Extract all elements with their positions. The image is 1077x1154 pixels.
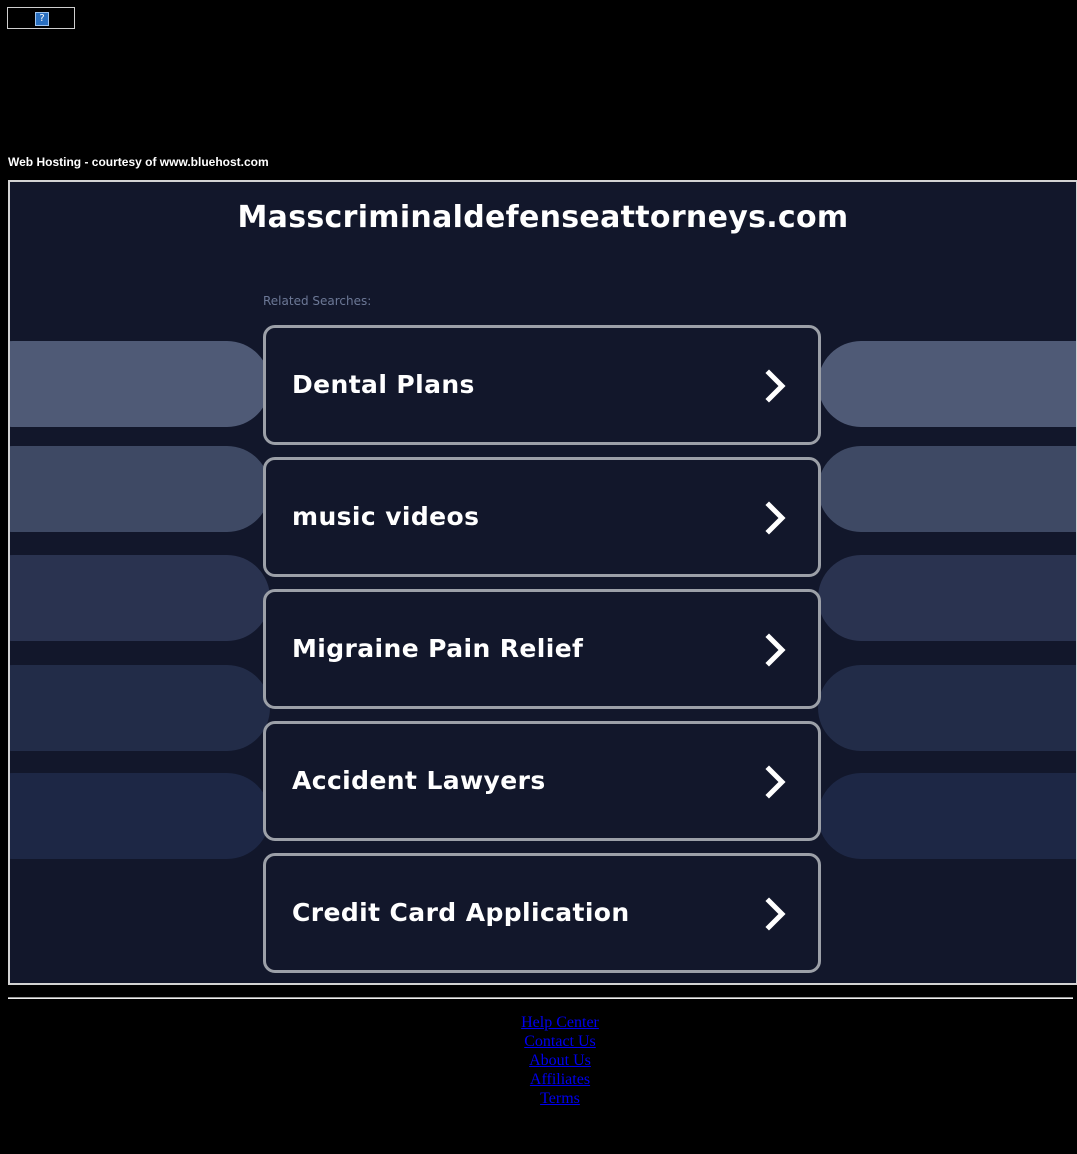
background-pill: [10, 446, 270, 532]
footer-links: Help Center Contact Us About Us Affiliat…: [0, 1013, 1077, 1108]
footer-link-about-us[interactable]: About Us: [0, 1051, 1077, 1070]
footer-link-help-center[interactable]: Help Center: [0, 1013, 1077, 1032]
footer-link-terms[interactable]: Terms: [0, 1089, 1077, 1108]
parking-panel: Masscriminaldefenseattorneys.com Related…: [8, 180, 1077, 985]
background-pill: [818, 665, 1076, 751]
search-link-credit-card-application[interactable]: Credit Card Application: [263, 853, 821, 973]
background-pill: [10, 555, 270, 641]
search-link-dental-plans[interactable]: Dental Plans: [263, 325, 821, 445]
chevron-right-icon: [765, 369, 786, 403]
search-link-accident-lawyers[interactable]: Accident Lawyers: [263, 721, 821, 841]
broken-image-icon: ?: [35, 12, 49, 26]
chevron-right-icon: [765, 897, 786, 931]
related-searches-label: Related Searches:: [263, 294, 372, 308]
search-link-migraine-pain-relief[interactable]: Migraine Pain Relief: [263, 589, 821, 709]
banner-frame[interactable]: ?: [7, 7, 75, 29]
footer-link-affiliates[interactable]: Affiliates: [0, 1070, 1077, 1089]
background-pill: [10, 665, 270, 751]
background-pill: [10, 773, 270, 859]
background-pill: [818, 555, 1076, 641]
domain-title: Masscriminaldefenseattorneys.com: [237, 200, 849, 235]
search-link-label: Migraine Pain Relief: [292, 634, 584, 663]
search-link-label: Accident Lawyers: [292, 766, 546, 795]
chevron-right-icon: [765, 765, 786, 799]
search-link-music-videos[interactable]: music videos: [263, 457, 821, 577]
background-pill: [818, 341, 1076, 427]
background-pill: [818, 446, 1076, 532]
chevron-right-icon: [765, 633, 786, 667]
search-link-label: music videos: [292, 502, 480, 531]
chevron-right-icon: [765, 501, 786, 535]
footer-divider: [8, 997, 1073, 999]
background-pill: [10, 341, 270, 427]
search-link-label: Credit Card Application: [292, 898, 630, 927]
hosting-credit-text: Web Hosting - courtesy of www.bluehost.c…: [8, 155, 269, 169]
search-link-label: Dental Plans: [292, 370, 475, 399]
background-pill: [818, 773, 1076, 859]
footer-link-contact-us[interactable]: Contact Us: [0, 1032, 1077, 1051]
